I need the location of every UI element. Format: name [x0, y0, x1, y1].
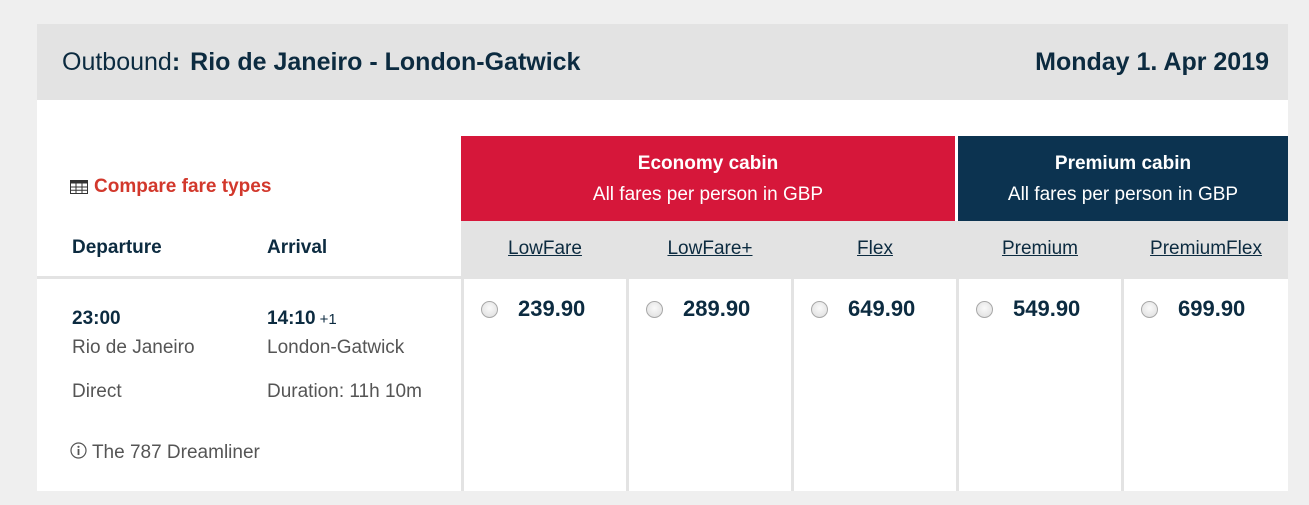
direction-label: Outbound — [62, 48, 172, 76]
travel-date: Monday 1. Apr 2019 — [1035, 48, 1269, 76]
aircraft-info-link[interactable]: The 787 Dreamliner — [70, 442, 260, 464]
departure-time: 23:00 — [72, 308, 121, 329]
column-divider — [626, 221, 629, 491]
column-divider — [791, 221, 794, 491]
fare-price: 239.90 — [518, 296, 586, 321]
fare-radio[interactable] — [976, 300, 993, 318]
info-icon — [70, 442, 87, 459]
arrival-time: 14:10 — [267, 308, 316, 329]
fare-price: 289.90 — [683, 296, 751, 321]
economy-cabin-header: Economy cabin All fares per person in GB… — [461, 136, 955, 221]
fare-type-lowfare[interactable]: LowFare — [464, 221, 626, 276]
fare-option-premium[interactable]: 549.90 — [976, 296, 1080, 322]
fare-option-premiumflex[interactable]: 699.90 — [1141, 296, 1245, 322]
compare-fare-types-link[interactable]: Compare fare types — [70, 176, 271, 198]
outbound-header: Outbound: Rio de Janeiro - London-Gatwick… — [37, 24, 1288, 100]
arrival-city: London-Gatwick — [267, 337, 405, 358]
fare-option-lowfare-plus[interactable]: 289.90 — [646, 296, 750, 322]
premium-cabin-name: Premium cabin — [1054, 153, 1192, 174]
departure-column-header: Departure — [72, 237, 162, 258]
fare-type-flex[interactable]: Flex — [794, 221, 956, 276]
premium-cabin-header: Premium cabin All fares per person in GB… — [958, 136, 1288, 221]
route-colon: : — [171, 48, 181, 76]
aircraft-label: The 787 Dreamliner — [91, 442, 260, 463]
economy-cabin-subtitle: All fares per person in GBP — [592, 184, 824, 205]
fare-type-premium[interactable]: Premium — [959, 221, 1121, 276]
fare-price: 699.90 — [1178, 296, 1246, 321]
economy-cabin-name: Economy cabin — [637, 153, 779, 174]
arrival-day-offset: +1 — [319, 311, 337, 328]
premium-cabin-subtitle: All fares per person in GBP — [1007, 184, 1239, 205]
fare-price: 649.90 — [848, 296, 916, 321]
fare-price: 549.90 — [1013, 296, 1081, 321]
flight-selection-card: Outbound: Rio de Janeiro - London-Gatwick… — [37, 24, 1288, 491]
fare-radio[interactable] — [1141, 300, 1158, 318]
route-places: Rio de Janeiro - London-Gatwick — [190, 48, 581, 76]
fare-type-premiumflex[interactable]: PremiumFlex — [1124, 221, 1288, 276]
fare-radio[interactable] — [646, 300, 663, 318]
fare-radio[interactable] — [481, 300, 498, 318]
table-grid-icon — [70, 180, 88, 194]
column-divider — [461, 221, 464, 491]
fare-option-flex[interactable]: 649.90 — [811, 296, 915, 322]
fare-option-lowfare[interactable]: 239.90 — [481, 296, 585, 322]
header-row-divider — [37, 276, 1288, 279]
arrival-column-header: Arrival — [267, 237, 328, 258]
arrival-time-group: 14:10 +1 — [267, 308, 337, 330]
flight-duration: Duration: 11h 10m — [267, 381, 422, 402]
column-divider — [956, 221, 959, 491]
route-title: Outbound: Rio de Janeiro - London-Gatwick — [62, 48, 580, 77]
fare-radio[interactable] — [811, 300, 828, 318]
departure-city: Rio de Janeiro — [72, 337, 195, 358]
column-divider — [1121, 221, 1124, 491]
compare-fare-types-label: Compare fare types — [94, 176, 272, 197]
stops-info: Direct — [72, 381, 122, 402]
fare-type-lowfare-plus[interactable]: LowFare+ — [629, 221, 791, 276]
